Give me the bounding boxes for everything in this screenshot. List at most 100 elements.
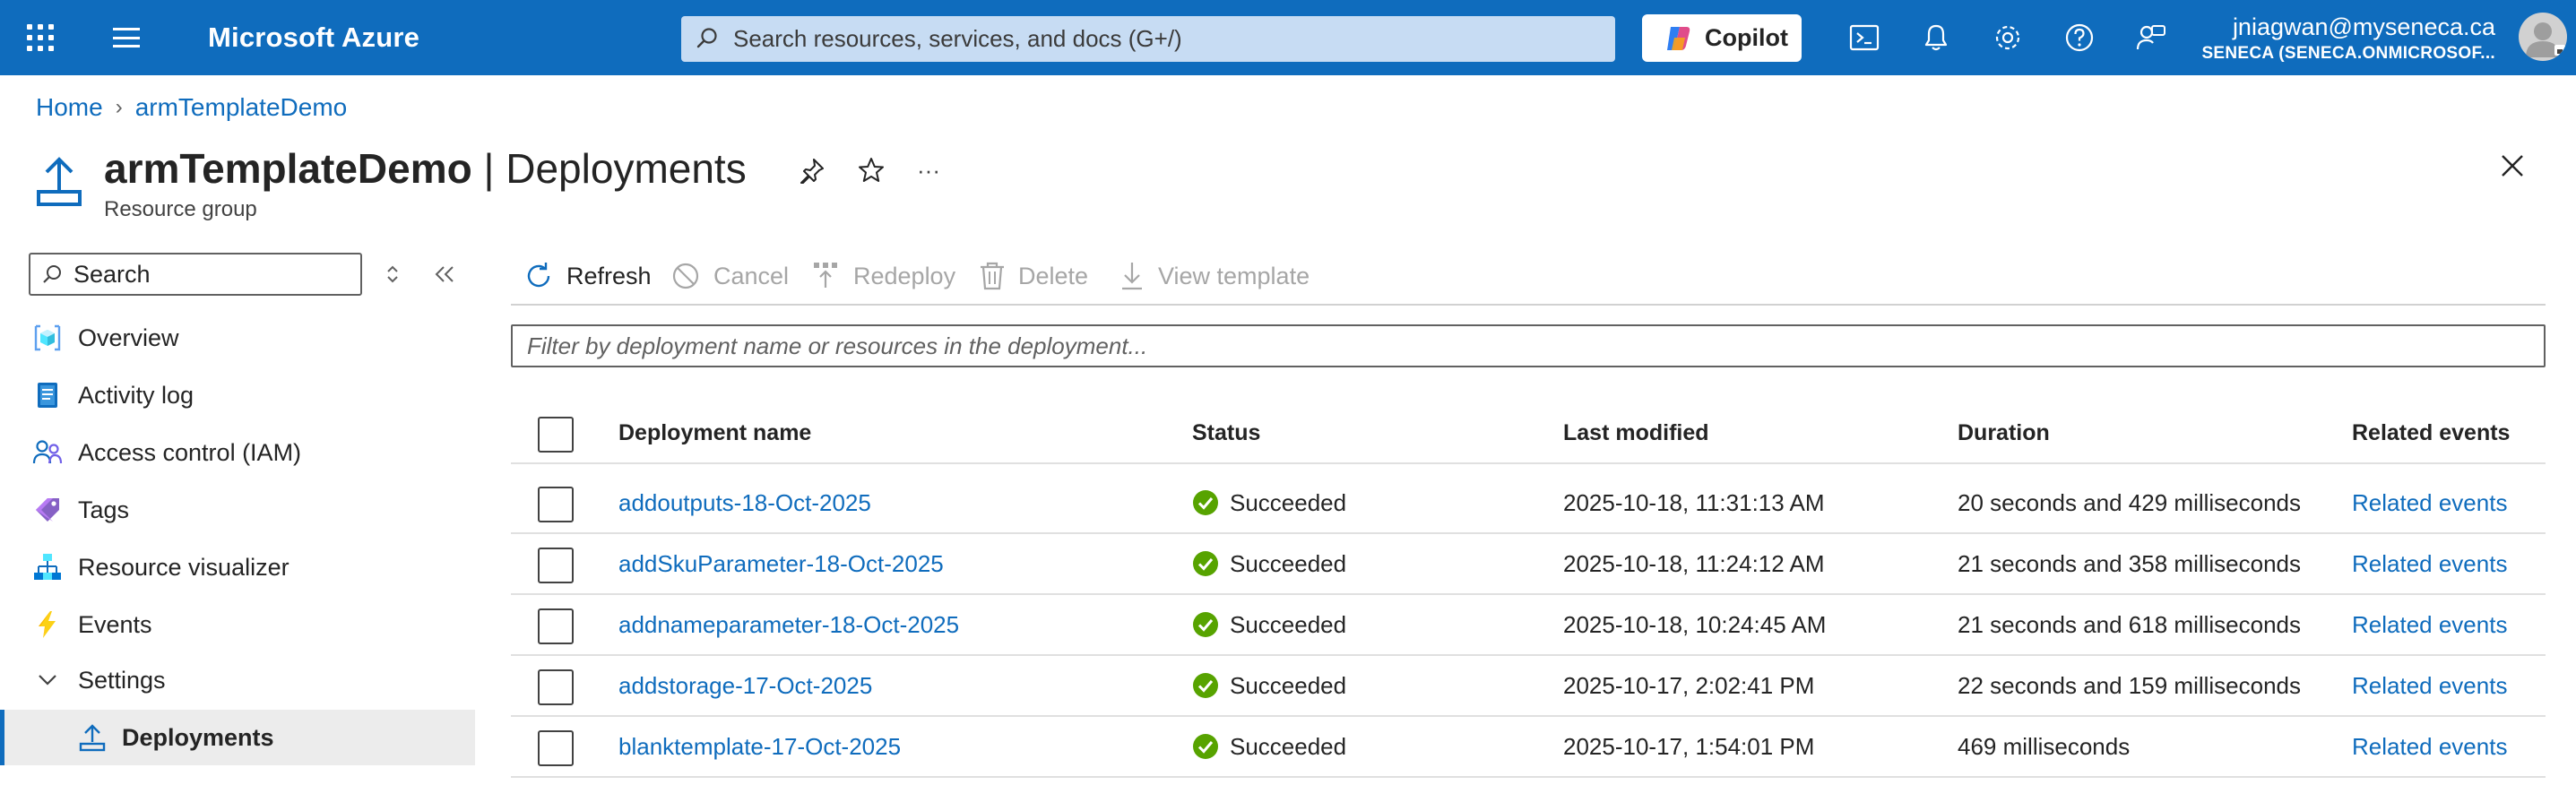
avatar[interactable] (2519, 13, 2567, 61)
activity-log-icon (32, 380, 63, 410)
toolbar-divider (511, 304, 2546, 306)
sidebar-group-settings[interactable]: Settings (0, 652, 475, 708)
global-search-input[interactable]: Search resources, services, and docs (G+… (681, 16, 1615, 62)
row-checkbox[interactable] (538, 669, 574, 705)
cancel-button[interactable]: Cancel (670, 251, 789, 301)
row-checkbox[interactable] (538, 608, 574, 644)
cloud-shell-icon[interactable] (1846, 20, 1882, 56)
sidebar-item-events[interactable]: Events (0, 597, 475, 652)
status-cell: Succeeded (1192, 717, 1346, 776)
more-actions-icon[interactable]: ··· (912, 154, 945, 186)
account-tenant: SENECA (SENECA.ONMICROSOF... (2201, 44, 2495, 63)
search-icon (696, 28, 717, 48)
redeploy-button[interactable]: Redeploy (812, 251, 955, 301)
related-events-link[interactable]: Related events (2352, 473, 2507, 532)
row-checkbox[interactable] (538, 548, 574, 583)
refresh-button[interactable]: Refresh (523, 251, 652, 301)
deployment-name-link[interactable]: addstorage-17-Oct-2025 (618, 656, 872, 715)
pin-icon[interactable] (796, 154, 828, 186)
duration-cell: 21 seconds and 618 milliseconds (1958, 611, 2302, 638)
column-header-duration[interactable]: Duration (1958, 403, 2050, 462)
success-check-icon (1193, 490, 1218, 515)
notifications-bell-icon[interactable] (1918, 20, 1954, 56)
status-text: Succeeded (1230, 733, 1347, 760)
sidebar-search-placeholder: Search (73, 261, 151, 288)
related-events-link[interactable]: Related events (2352, 534, 2507, 593)
help-icon[interactable] (2062, 20, 2097, 56)
deployment-name-link[interactable]: blanktemplate-17-Oct-2025 (618, 717, 901, 776)
breadcrumb-resource-group[interactable]: armTemplateDemo (135, 93, 348, 122)
deployments-upload-icon (36, 154, 82, 214)
related-events-link[interactable]: Related events (2352, 717, 2507, 776)
sidebar-item-label: Access control (IAM) (78, 438, 302, 466)
success-check-icon (1193, 551, 1218, 576)
sidebar-item-label: Deployments (122, 723, 274, 751)
status-text: Succeeded (1230, 672, 1347, 699)
refresh-label: Refresh (566, 262, 652, 289)
deployment-filter-input[interactable]: Filter by deployment name or resources i… (511, 324, 2546, 367)
brand-title[interactable]: Microsoft Azure (208, 22, 419, 54)
status-text: Succeeded (1230, 489, 1347, 516)
related-events-link[interactable]: Related events (2352, 656, 2507, 715)
settings-gear-icon[interactable] (1990, 20, 2026, 56)
network-icon (32, 552, 63, 582)
page-title-resource: armTemplateDemo (104, 145, 472, 192)
page-title-separator: | (471, 145, 506, 192)
copilot-button[interactable]: Copilot (1642, 14, 1802, 62)
row-checkbox[interactable] (538, 730, 574, 766)
sidebar-item-label: Activity log (78, 381, 194, 409)
search-icon (43, 265, 61, 283)
select-all-checkbox[interactable] (538, 417, 574, 453)
close-icon[interactable] (2499, 152, 2526, 184)
last-modified-cell: 2025-10-18, 11:24:12 AM (1563, 550, 1825, 577)
sidebar-item-resource-visualizer[interactable]: Resource visualizer (0, 539, 475, 595)
sidebar-item-deployments[interactable]: Deployments (0, 710, 475, 765)
column-header-related-events[interactable]: Related events (2352, 403, 2510, 462)
view-template-button[interactable]: View template (1119, 251, 1310, 301)
account-info[interactable]: jniagwan@myseneca.ca SENECA (SENECA.ONMI… (2201, 12, 2495, 65)
app-launcher-icon[interactable] (27, 24, 54, 51)
sidebar-search-input[interactable]: Search (29, 253, 362, 296)
deployment-name-link[interactable]: addSkuParameter-18-Oct-2025 (618, 534, 944, 593)
delete-button[interactable]: Delete (979, 251, 1088, 301)
sidebar-item-activity-log[interactable]: Activity log (0, 367, 475, 423)
related-events-link[interactable]: Related events (2352, 595, 2507, 654)
table-row: addoutputs-18-Oct-2025 Succeeded 2025-10… (511, 473, 2546, 534)
sidebar-item-overview[interactable]: Overview (0, 310, 475, 366)
duration-cell: 469 milliseconds (1958, 733, 2131, 760)
resource-group-cube-icon (32, 323, 63, 353)
redeploy-label: Redeploy (853, 262, 956, 289)
deployment-name-link[interactable]: addoutputs-18-Oct-2025 (618, 473, 871, 532)
filter-placeholder: Filter by deployment name or resources i… (527, 332, 1148, 359)
status-text: Succeeded (1230, 550, 1347, 577)
feedback-icon[interactable] (2133, 20, 2169, 56)
page-title: armTemplateDemo | Deployments (104, 143, 747, 194)
tag-icon (32, 495, 63, 525)
column-header-last-modified[interactable]: Last modified (1563, 403, 1709, 462)
breadcrumb-home[interactable]: Home (36, 93, 103, 122)
sort-updown-icon[interactable] (378, 260, 407, 289)
row-checkbox[interactable] (538, 487, 574, 522)
copilot-label: Copilot (1705, 24, 1788, 51)
account-email: jniagwan@myseneca.ca (2232, 13, 2495, 40)
sidebar-item-label: Settings (78, 666, 166, 694)
table-row: addstorage-17-Oct-2025 Succeeded 2025-10… (511, 656, 2546, 717)
column-header-name[interactable]: Deployment name (618, 403, 811, 462)
sidebar-item-tags[interactable]: Tags (0, 482, 475, 538)
delete-label: Delete (1018, 262, 1089, 289)
deployment-name-link[interactable]: addnameparameter-18-Oct-2025 (618, 595, 959, 654)
column-header-status[interactable]: Status (1192, 403, 1260, 462)
breadcrumb: Home › armTemplateDemo (36, 93, 347, 122)
portal-menu-icon[interactable] (113, 28, 140, 47)
status-text: Succeeded (1230, 611, 1347, 638)
refresh-icon (527, 263, 550, 288)
favorite-star-icon[interactable] (855, 154, 887, 186)
success-check-icon (1193, 734, 1218, 759)
collapse-sidebar-icon[interactable] (430, 260, 459, 289)
chevron-right-icon: › (115, 95, 123, 119)
download-arrow-icon (1122, 263, 1142, 290)
global-search-placeholder: Search resources, services, and docs (G+… (733, 25, 1182, 52)
sidebar-item-access-control[interactable]: Access control (IAM) (0, 425, 475, 480)
table-row: addSkuParameter-18-Oct-2025 Succeeded 20… (511, 534, 2546, 595)
status-cell: Succeeded (1192, 595, 1346, 654)
